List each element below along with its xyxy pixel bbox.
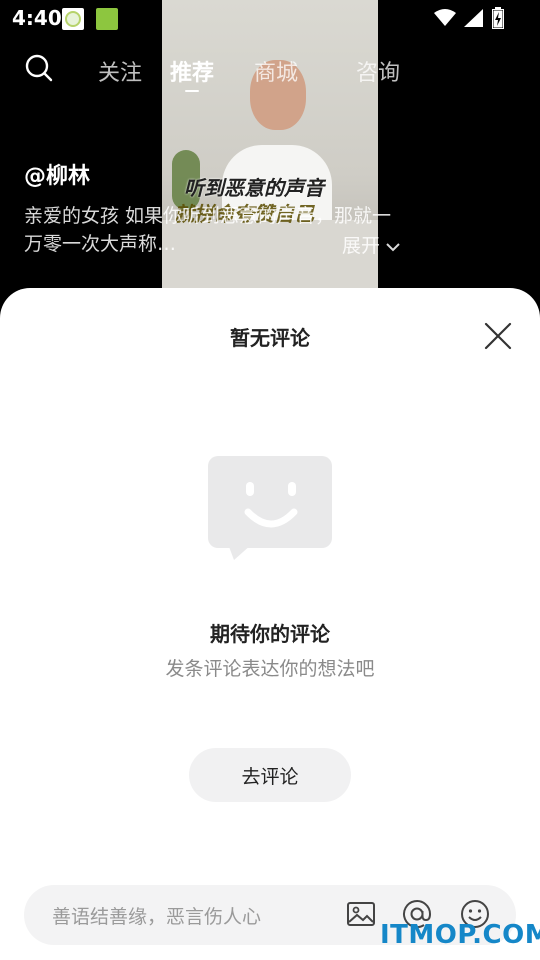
tab-follow[interactable]: 关注: [98, 55, 142, 87]
close-icon[interactable]: [482, 320, 514, 352]
video-caption-line1: 听到恶意的声音: [184, 176, 324, 200]
status-icons: [434, 7, 504, 29]
watermark-logo: ITMOP.COM: [380, 920, 540, 950]
status-time: 4:40: [12, 6, 62, 30]
go-comment-button[interactable]: 去评论: [189, 748, 351, 802]
expand-label: 展开: [342, 235, 381, 257]
battery-icon: [492, 7, 504, 29]
active-tab-indicator: [185, 90, 199, 92]
search-icon[interactable]: [25, 54, 53, 82]
wifi-icon: [434, 9, 456, 26]
image-icon[interactable]: [346, 899, 376, 929]
chevron-down-icon: [386, 243, 400, 252]
author-name[interactable]: @柳林: [24, 158, 90, 190]
signal-icon: [464, 9, 483, 27]
top-nav: 关注 推荐 商城 咨询: [0, 50, 540, 92]
tab-recommend[interactable]: 推荐: [170, 55, 214, 87]
app-notification-icon: [62, 8, 84, 30]
comments-sheet: 暂无评论 期待你的评论 发条评论表达你的想法吧 去评论 善语结善缘，恶言伤人心: [0, 288, 540, 960]
comment-input-placeholder: 善语结善缘，恶言伤人心: [52, 906, 262, 928]
expand-button[interactable]: 展开: [342, 231, 400, 258]
app-notification-icon-2: [96, 8, 118, 30]
empty-comment-icon: [208, 456, 332, 560]
tab-consult[interactable]: 咨询: [356, 55, 400, 87]
empty-title: 期待你的评论: [210, 622, 330, 646]
tab-mall[interactable]: 商城: [254, 55, 298, 87]
empty-subtitle: 发条评论表达你的想法吧: [165, 658, 375, 680]
sheet-title: 暂无评论: [230, 326, 310, 350]
